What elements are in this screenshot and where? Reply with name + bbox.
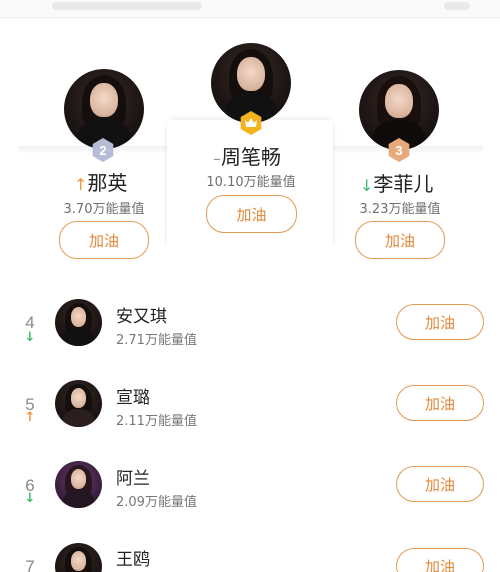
player-name: ↑那英 <box>74 171 128 195</box>
avatar[interactable] <box>55 461 102 508</box>
player-name: ↓李菲儿 <box>360 172 434 196</box>
trend-up-icon: ↑ <box>24 410 36 425</box>
trend-down-icon: ↓ <box>24 491 36 506</box>
cheer-button[interactable]: 加油 <box>355 221 445 259</box>
header-action-placeholder <box>444 2 470 10</box>
trend-up-icon: ↑ <box>74 175 88 194</box>
player-name: 王鸥 <box>116 550 150 570</box>
rank-number: 7 <box>25 557 35 572</box>
player-name: 宣璐 <box>116 388 150 408</box>
cheer-button[interactable]: 加油 <box>396 466 484 502</box>
trend-same-icon: – <box>213 149 221 168</box>
avatar[interactable] <box>64 69 144 149</box>
cheer-button[interactable]: 加油 <box>206 195 297 233</box>
energy-value: 10.10万能量值 <box>206 175 296 190</box>
header-text-placeholder <box>52 2 202 10</box>
avatar[interactable] <box>55 299 102 346</box>
list-item: 5 ↑ 宣璐 2.11万能量值 加油 <box>0 364 500 446</box>
energy-value: 2.11万能量值 <box>116 414 197 429</box>
player-name: 安又琪 <box>116 307 167 327</box>
avatar[interactable] <box>55 380 102 427</box>
player-name: 阿兰 <box>116 469 150 489</box>
cheer-button[interactable]: 加油 <box>396 548 484 572</box>
list-item: 6 ↓ 阿兰 2.09万能量值 加油 <box>0 445 500 527</box>
energy-value: 2.71万能量值 <box>116 333 197 348</box>
energy-value: 3.70万能量值 <box>63 202 145 217</box>
energy-value: 3.23万能量值 <box>359 202 441 217</box>
cheer-button[interactable]: 加油 <box>396 385 484 421</box>
energy-value: 2.09万能量值 <box>116 495 197 510</box>
list-item: 7 王鸥 加油 <box>0 527 500 572</box>
cheer-button[interactable]: 加油 <box>59 221 149 259</box>
header-strip <box>0 0 500 18</box>
avatar[interactable] <box>55 543 102 572</box>
cheer-button[interactable]: 加油 <box>396 304 484 340</box>
trend-down-icon: ↓ <box>24 330 36 345</box>
list-item: 4 ↓ 安又琪 2.71万能量值 加油 <box>0 282 500 364</box>
player-name: –周笔畅 <box>213 145 281 169</box>
trend-down-icon: ↓ <box>360 176 374 195</box>
